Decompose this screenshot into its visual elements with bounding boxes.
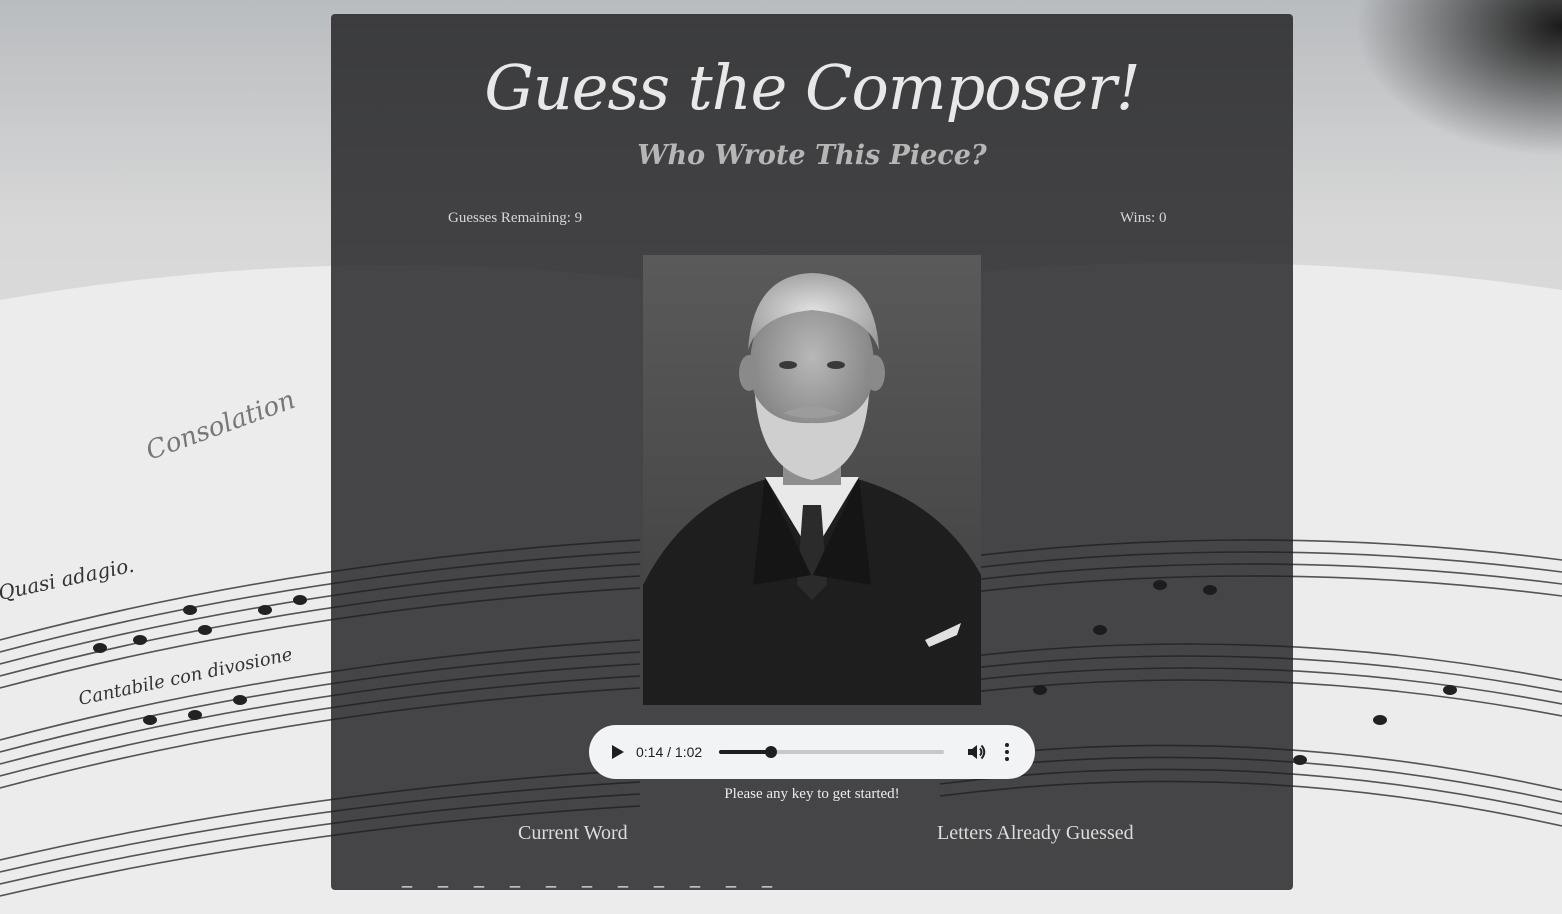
start-prompt: Please any key to get started!	[724, 786, 900, 802]
audio-seek-thumb[interactable]	[764, 746, 777, 758]
page-subtitle: Who Wrote This Piece?	[637, 140, 987, 171]
volume-icon[interactable]	[965, 741, 987, 763]
current-word-label: Current Word	[518, 822, 628, 844]
guesses-remaining: Guesses Remaining: 9	[448, 210, 583, 226]
word-blank: _	[617, 868, 628, 888]
audio-player[interactable]: 0:14 / 1:02	[589, 725, 1035, 779]
composer-portrait	[643, 255, 981, 705]
page-title: Guess the Composer!	[484, 51, 1140, 124]
word-blank: _	[509, 868, 520, 888]
wins-counter: Wins: 0	[1120, 210, 1167, 226]
game-panel: Guess the Composer! Who Wrote This Piece…	[331, 14, 1293, 890]
play-icon[interactable]	[607, 742, 627, 762]
word-blank: _	[473, 868, 484, 888]
letters-guessed-label: Letters Already Guessed	[937, 822, 1134, 844]
word-blank: _	[725, 868, 736, 888]
word-blank: _	[761, 868, 772, 888]
more-vertical-icon[interactable]	[1001, 741, 1013, 763]
word-blank: _	[437, 868, 448, 888]
word-blank: _	[581, 868, 592, 888]
current-word-blanks: _ _ _ _ _ _ _ _ _ _ _	[389, 866, 785, 890]
audio-time: 0:14 / 1:02	[636, 744, 703, 760]
composer-portrait-photo	[643, 273, 981, 705]
word-blank: _	[545, 868, 556, 888]
audio-progress-fill	[719, 750, 771, 754]
word-blank: _	[401, 868, 412, 888]
word-blank: _	[689, 868, 700, 888]
word-blank: _	[653, 868, 664, 888]
audio-seek-bar[interactable]	[719, 746, 944, 758]
